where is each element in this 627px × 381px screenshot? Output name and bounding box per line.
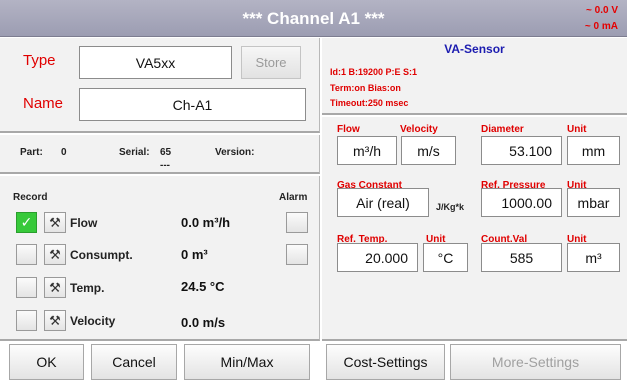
name-field[interactable]: Ch-A1	[79, 88, 306, 121]
serial-label: Serial:	[119, 147, 150, 158]
wrench-icon: ⚒	[49, 214, 61, 230]
velocity-value: 0.0 m/s	[181, 315, 226, 330]
consumpt-settings-button[interactable]: ⚒	[44, 244, 66, 265]
store-button[interactable]: Store	[241, 46, 301, 79]
more-settings-button[interactable]: More-Settings	[450, 344, 621, 380]
wrench-icon: ⚒	[49, 279, 61, 295]
consumpt-record-checkbox[interactable]	[16, 244, 37, 265]
temp-label: Temp.	[70, 281, 105, 295]
record-label: Record	[13, 192, 48, 203]
flow-settings-button[interactable]: ⚒	[44, 212, 66, 233]
temp-settings-button[interactable]: ⚒	[44, 277, 66, 298]
temp-value: 24.5 °C	[181, 279, 225, 294]
gas-constant-field[interactable]: Air (real)	[337, 188, 429, 217]
ref-pressure-field[interactable]: 1000.00	[481, 188, 562, 217]
ok-button[interactable]: OK	[9, 344, 84, 380]
version-label: Version:	[215, 147, 255, 158]
part-value: 0	[61, 147, 67, 158]
wrench-icon: ⚒	[49, 246, 61, 262]
minmax-button[interactable]: Min/Max	[184, 344, 310, 380]
title-bar: *** Channel A1 *** ~ 0.0 V ~ 0 mA	[0, 0, 627, 37]
diameter-field[interactable]: 53.100	[481, 136, 562, 165]
flow-param-label: Flow	[337, 124, 360, 135]
cost-settings-button[interactable]: Cost-Settings	[326, 344, 445, 380]
cancel-button[interactable]: Cancel	[91, 344, 177, 380]
ref-temp-unit-field[interactable]: °C	[423, 243, 468, 272]
consumpt-alarm-checkbox[interactable]	[286, 244, 308, 265]
sensor-line-1: Id:1 B:19200 P:E S:1	[330, 67, 418, 77]
alarm-label: Alarm	[279, 192, 308, 203]
consumpt-label: Consumpt.	[70, 248, 133, 262]
velocity-param-label: Velocity	[400, 124, 438, 135]
serial-sub: ---	[160, 160, 170, 171]
flow-unit-field[interactable]: m³/h	[337, 136, 397, 165]
ref-pressure-unit-field[interactable]: mbar	[567, 188, 620, 217]
velocity-record-checkbox[interactable]	[16, 310, 37, 331]
unit-label-1: Unit	[567, 124, 587, 135]
velocity-unit-field[interactable]: m/s	[401, 136, 456, 165]
ref-temp-field[interactable]: 20.000	[337, 243, 418, 272]
sensor-line-2: Term:on Bias:on	[330, 83, 401, 93]
count-val-field[interactable]: 585	[481, 243, 562, 272]
flow-alarm-checkbox[interactable]	[286, 212, 308, 233]
wrench-icon: ⚒	[49, 312, 61, 328]
gas-constant-unit: J/Kg*k	[436, 202, 465, 212]
type-field[interactable]: VA5xx	[79, 46, 232, 79]
sensor-title: VA-Sensor	[444, 42, 505, 56]
temp-record-checkbox[interactable]	[16, 277, 37, 298]
consumpt-value: 0 m³	[181, 247, 208, 262]
flow-label: Flow	[70, 216, 98, 230]
type-label: Type	[23, 52, 56, 69]
velocity-settings-button[interactable]: ⚒	[44, 310, 66, 331]
status-current: ~ 0 mA	[584, 21, 618, 32]
sensor-line-3: Timeout:250 msec	[330, 98, 409, 108]
flow-value: 0.0 m³/h	[181, 215, 231, 230]
window-title: *** Channel A1 ***	[242, 9, 385, 28]
diameter-label: Diameter	[481, 124, 524, 135]
part-label: Part:	[20, 147, 43, 158]
status-voltage: ~ 0.0 V	[586, 5, 618, 16]
velocity-label: Velocity	[70, 314, 116, 328]
diameter-unit-field[interactable]: mm	[567, 136, 620, 165]
count-val-unit-field[interactable]: m³	[567, 243, 620, 272]
flow-record-checkbox[interactable]: ✓	[16, 212, 37, 233]
serial-value: 65	[160, 147, 172, 158]
name-label: Name	[23, 95, 64, 112]
